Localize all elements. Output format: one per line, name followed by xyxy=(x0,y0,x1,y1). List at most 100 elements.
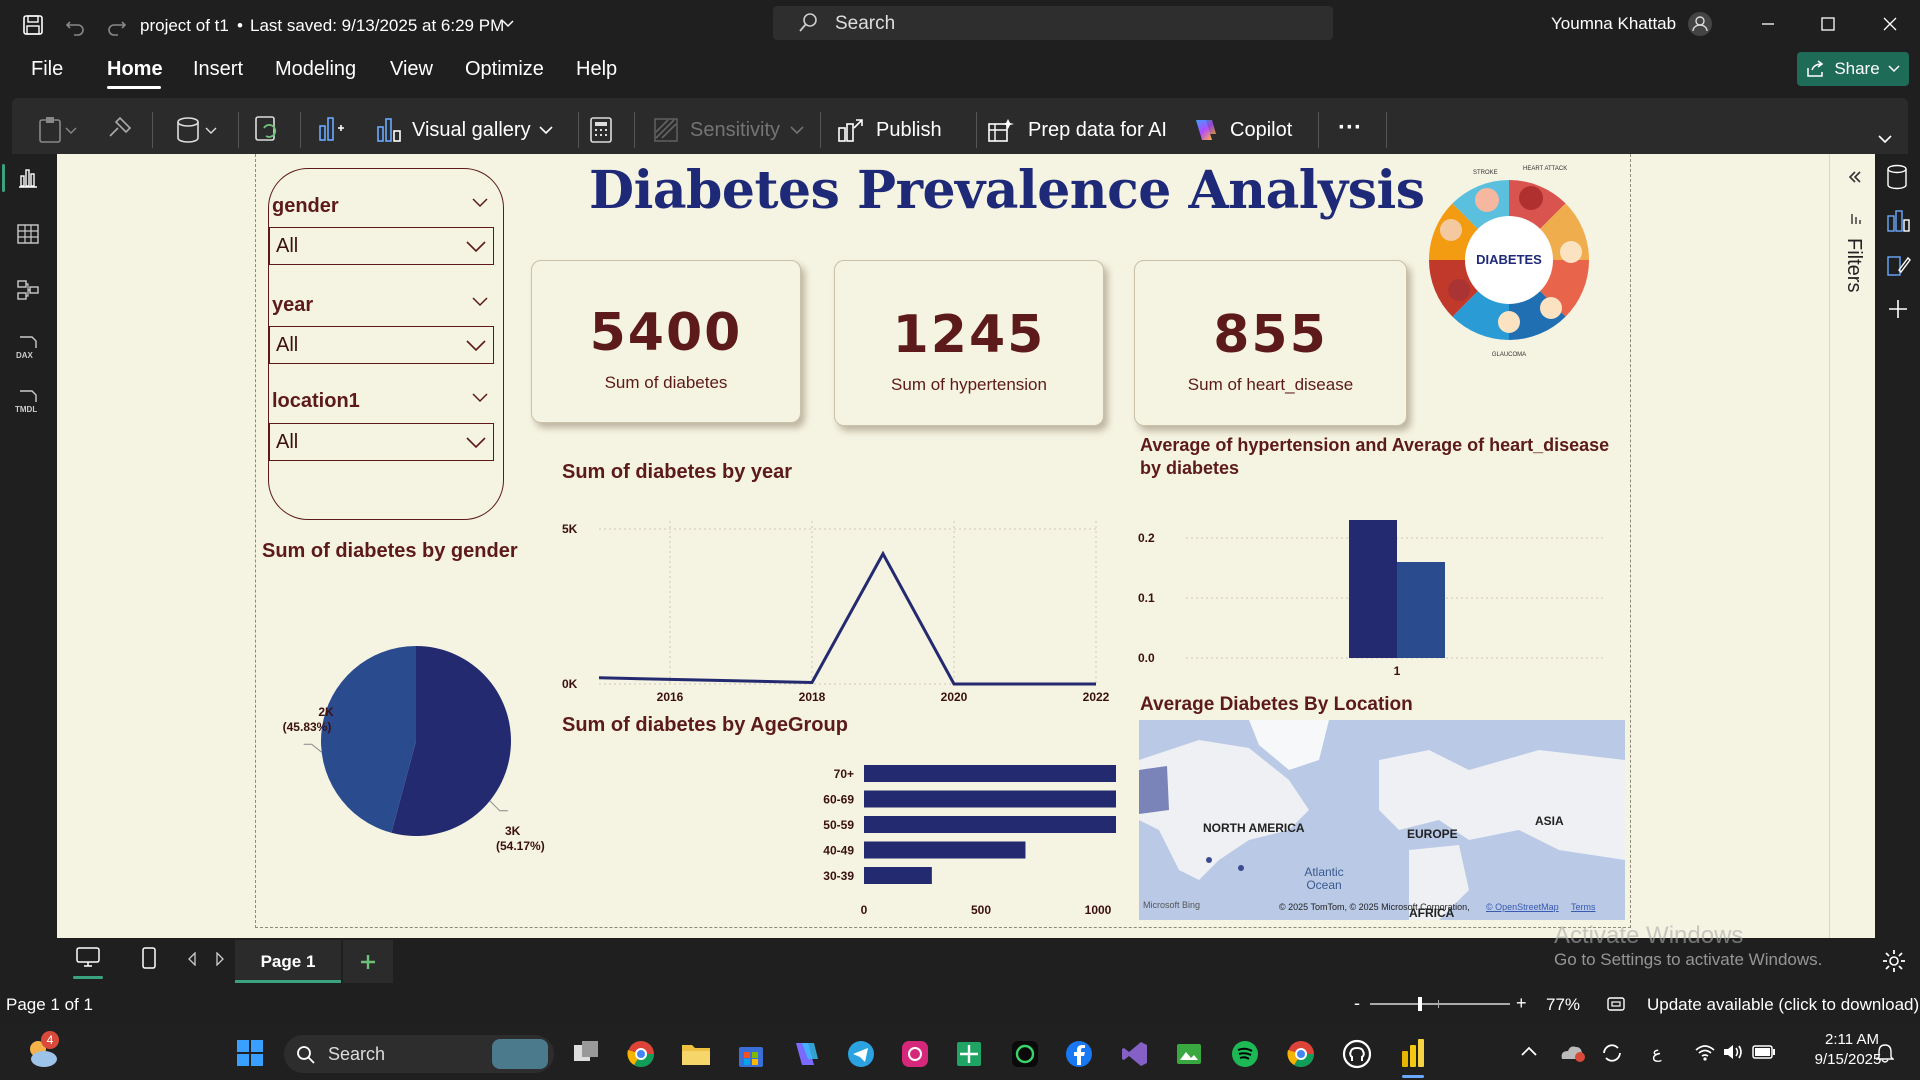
data-pane-icon[interactable] xyxy=(1885,164,1909,190)
taskbar-search[interactable]: Search xyxy=(284,1035,554,1073)
chrome-profile-icon[interactable] xyxy=(1286,1039,1316,1069)
chrome-icon[interactable] xyxy=(626,1039,656,1069)
powerbi-icon[interactable] xyxy=(1398,1037,1428,1069)
menu-insert[interactable]: Insert xyxy=(193,58,243,81)
store-icon[interactable] xyxy=(736,1039,766,1069)
map-terms-link[interactable]: Terms xyxy=(1571,902,1596,912)
slicer-location-chevron-icon[interactable] xyxy=(472,393,488,403)
windows-start-icon[interactable] xyxy=(236,1039,264,1067)
notification-bell-icon[interactable] xyxy=(1876,1043,1894,1063)
menu-view[interactable]: View xyxy=(390,58,433,81)
expand-pane-icon[interactable] xyxy=(1848,170,1862,184)
pie-label-value: 2K xyxy=(318,705,334,719)
chevron-down-icon xyxy=(466,437,486,449)
search-input[interactable]: Search xyxy=(773,6,1333,40)
table-view-icon[interactable] xyxy=(16,222,40,246)
menu-modeling[interactable]: Modeling xyxy=(275,58,356,81)
pie-leader-line xyxy=(303,743,322,753)
menu-optimize[interactable]: Optimize xyxy=(465,58,544,81)
zoom-in-button[interactable]: + xyxy=(1516,993,1527,1014)
chevron-down-icon[interactable] xyxy=(500,16,516,32)
desktop-layout-icon[interactable] xyxy=(75,946,101,970)
collapse-ribbon-icon[interactable] xyxy=(1878,134,1892,144)
publish-button[interactable]: Publish xyxy=(836,112,942,148)
copilot-button[interactable]: Copilot xyxy=(1190,112,1292,148)
spotify-icon[interactable] xyxy=(1230,1039,1260,1069)
facebook-icon[interactable] xyxy=(1064,1039,1094,1069)
calculator-icon[interactable] xyxy=(588,116,614,144)
pie-chart[interactable]: 2K(45.83%) 3K(54.17%) xyxy=(256,624,556,864)
slicer-year-dropdown[interactable]: All xyxy=(269,326,494,364)
refresh-icon[interactable] xyxy=(252,114,282,144)
volume-icon[interactable] xyxy=(1722,1043,1744,1061)
slicer-location-dropdown[interactable]: All xyxy=(269,423,494,461)
paste-icon[interactable] xyxy=(38,116,78,144)
dax-query-icon[interactable]: DAX xyxy=(14,334,42,362)
language-indicator[interactable]: ع xyxy=(1652,1043,1662,1063)
battery-icon[interactable] xyxy=(1752,1045,1776,1059)
previous-page-icon[interactable] xyxy=(187,952,197,966)
visualizations-pane-icon[interactable] xyxy=(1885,208,1911,234)
save-icon[interactable] xyxy=(20,12,46,38)
menu-home[interactable]: Home xyxy=(107,58,163,81)
report-view-icon[interactable] xyxy=(16,166,40,190)
app-green-icon[interactable] xyxy=(1010,1039,1040,1069)
github-icon[interactable] xyxy=(1342,1039,1372,1069)
agegroup-chart-title: Sum of diabetes by AgeGroup xyxy=(562,714,848,736)
zoom-slider-thumb[interactable] xyxy=(1418,997,1422,1011)
clustered-bar-chart[interactable]: 0.2 0.1 0.0 1 xyxy=(1136,494,1616,694)
data-source-icon[interactable] xyxy=(174,116,220,144)
tab-page-1[interactable]: Page 1 xyxy=(235,940,341,983)
sheets-icon[interactable] xyxy=(954,1039,984,1069)
close-icon[interactable] xyxy=(1878,14,1902,34)
wifi-icon[interactable] xyxy=(1694,1043,1716,1061)
line-chart[interactable]: 2016 2018 2020 2022 5K 0K xyxy=(556,504,1116,704)
share-button[interactable]: Share xyxy=(1797,52,1909,86)
map-osm-link[interactable]: © OpenStreetMap xyxy=(1486,902,1559,912)
redo-icon[interactable] xyxy=(104,12,130,38)
location-map[interactable]: NORTH AMERICA EUROPE ASIA AFRICA Atlanti… xyxy=(1139,720,1625,920)
mobile-layout-icon[interactable] xyxy=(141,946,157,970)
next-page-icon[interactable] xyxy=(215,952,225,966)
kpi-card-hypertension[interactable]: 1245 Sum of hypertension xyxy=(834,260,1104,426)
update-available[interactable]: Update available (click to download) xyxy=(1647,995,1919,1015)
slicer-gender-chevron-icon[interactable] xyxy=(472,198,488,208)
visual-gallery-button[interactable]: Visual gallery xyxy=(374,112,553,148)
sensitivity-button[interactable]: Sensitivity xyxy=(652,112,804,148)
show-hidden-icons-icon[interactable] xyxy=(1520,1045,1538,1057)
maximize-icon[interactable] xyxy=(1816,14,1840,34)
zoom-slider[interactable] xyxy=(1370,997,1510,1011)
format-painter-icon[interactable] xyxy=(106,116,132,142)
kpi-card-diabetes[interactable]: 5400 Sum of diabetes xyxy=(531,260,801,423)
account-icon[interactable] xyxy=(1686,10,1714,38)
telegram-icon[interactable] xyxy=(846,1039,876,1069)
new-visual-icon[interactable] xyxy=(316,114,346,144)
prep-data-ai-button[interactable]: Prep data for AI xyxy=(986,112,1167,148)
minimize-icon[interactable] xyxy=(1756,14,1780,34)
filters-label[interactable]: Filters xyxy=(1842,238,1865,292)
zoom-out-button[interactable]: - xyxy=(1354,993,1360,1014)
add-pane-icon[interactable] xyxy=(1887,298,1909,320)
menu-file[interactable]: File xyxy=(31,58,63,81)
model-view-icon[interactable] xyxy=(16,278,40,302)
onedrive-sync-icon[interactable] xyxy=(1558,1041,1586,1063)
kpi-card-heart-disease[interactable]: 855 Sum of heart_disease xyxy=(1134,260,1407,426)
undo-icon[interactable] xyxy=(62,12,88,38)
settings-gear-icon[interactable] xyxy=(1881,948,1907,974)
image-viewer-icon[interactable] xyxy=(1174,1039,1204,1069)
task-view-icon[interactable] xyxy=(572,1039,602,1067)
tmdl-view-icon[interactable]: TMDL xyxy=(14,388,44,416)
more-options-icon[interactable]: ··· xyxy=(1338,114,1362,142)
agegroup-bar-chart[interactable]: 70+60-6950-5940-4930-390500100015002000 xyxy=(556,749,1116,929)
format-pane-icon[interactable] xyxy=(1885,252,1911,278)
fit-to-page-icon[interactable] xyxy=(1606,995,1626,1013)
add-page-button[interactable] xyxy=(343,940,393,983)
instagram-icon[interactable] xyxy=(900,1039,930,1069)
file-explorer-icon[interactable] xyxy=(680,1039,712,1067)
copilot-taskbar-icon[interactable] xyxy=(790,1039,820,1069)
menu-help[interactable]: Help xyxy=(576,58,617,81)
visual-studio-icon[interactable] xyxy=(1120,1039,1150,1069)
sync-icon[interactable] xyxy=(1600,1041,1624,1065)
slicer-year-chevron-icon[interactable] xyxy=(472,297,488,307)
slicer-gender-dropdown[interactable]: All xyxy=(269,227,494,265)
